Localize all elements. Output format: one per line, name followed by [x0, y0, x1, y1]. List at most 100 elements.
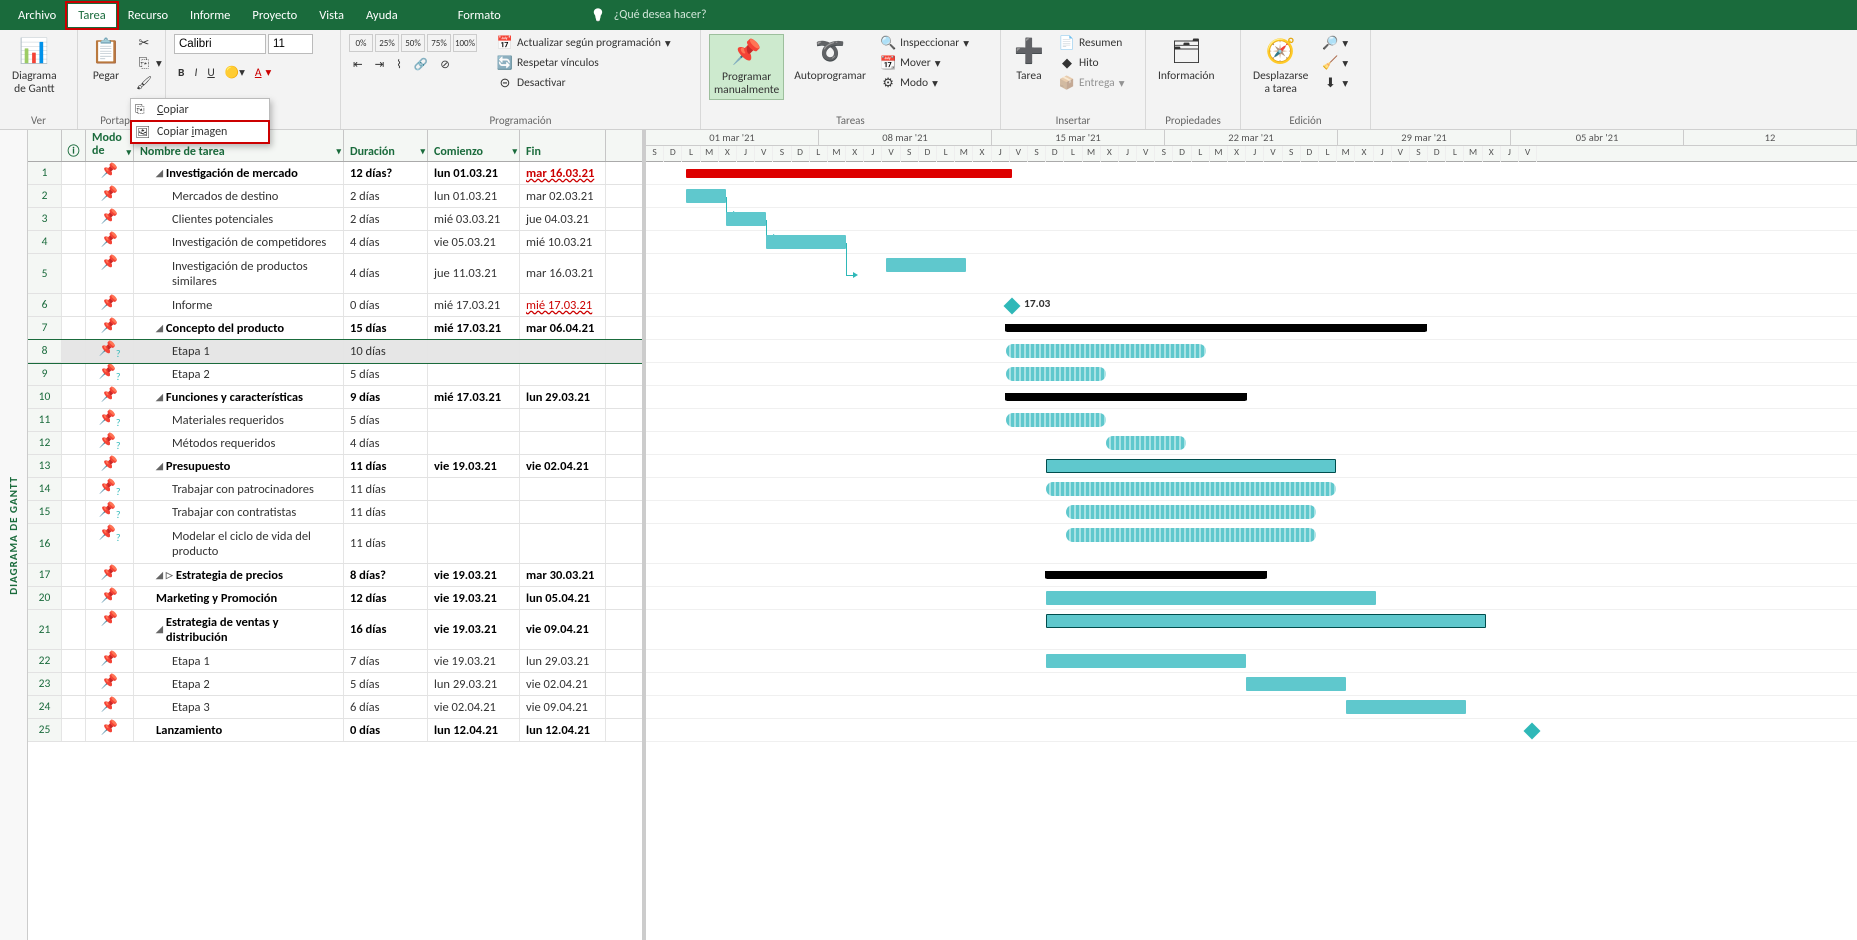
underline-button[interactable]: U — [203, 65, 218, 81]
menu-proyecto[interactable]: Proyecto — [242, 4, 307, 27]
col-info[interactable]: ⓘ — [62, 130, 86, 161]
gantt-row[interactable] — [646, 231, 1857, 254]
duration-cell[interactable]: 9 días — [344, 386, 428, 408]
expand-icon[interactable]: ◢ — [156, 624, 163, 635]
deactivate-button[interactable]: ⊝Desactivar — [493, 74, 675, 92]
duration-cell[interactable]: 0 días — [344, 719, 428, 741]
gantt-bar[interactable] — [1066, 528, 1316, 542]
row-info[interactable] — [62, 386, 86, 408]
row-number[interactable]: 14 — [28, 478, 62, 500]
expand-icon[interactable]: ▷ — [166, 570, 173, 581]
start-cell[interactable]: vie 19.03.21 — [428, 564, 520, 586]
end-cell[interactable]: jue 04.03.21 — [520, 208, 606, 230]
format-painter-button[interactable]: 🖌 — [132, 74, 166, 92]
insert-milestone-button[interactable]: ◆Hito — [1055, 54, 1128, 72]
table-row[interactable]: 7📌◢Concepto del producto15 díasmié 17.03… — [28, 317, 642, 340]
gantt-bar[interactable] — [1006, 393, 1246, 401]
table-row[interactable]: 11📌Materiales requeridos5 días — [28, 409, 642, 432]
start-cell[interactable] — [428, 432, 520, 454]
end-cell[interactable]: vie 02.04.21 — [520, 455, 606, 477]
row-number[interactable]: 20 — [28, 587, 62, 609]
duration-cell[interactable]: 15 días — [344, 317, 428, 339]
duration-cell[interactable]: 2 días — [344, 208, 428, 230]
mode-button[interactable]: ⚙Modo ▾ — [876, 74, 973, 92]
gantt-bar[interactable] — [886, 258, 966, 272]
expand-icon[interactable]: ◢ — [156, 168, 163, 179]
table-row[interactable]: 25📌Lanzamiento0 díaslun 12.04.21lun 12.0… — [28, 719, 642, 742]
gantt-bar[interactable] — [1046, 614, 1486, 628]
gantt-bar[interactable] — [1006, 413, 1106, 427]
task-name-cell[interactable]: Mercados de destino — [134, 185, 344, 207]
task-name-cell[interactable]: Etapa 3 — [134, 696, 344, 718]
row-info[interactable] — [62, 231, 86, 253]
row-mode[interactable]: 📌 — [86, 231, 134, 253]
gantt-bar[interactable] — [1046, 571, 1266, 579]
table-row[interactable]: 10📌◢Funciones y características9 díasmié… — [28, 386, 642, 409]
copy-menu-copy[interactable]: ⎘ Copiar — [131, 99, 269, 121]
table-row[interactable]: 16📌Modelar el ciclo de vida del producto… — [28, 524, 642, 564]
copy-button[interactable]: ⎘▾ — [132, 54, 166, 72]
respect-links-button[interactable]: 🔄Respetar vínculos — [493, 54, 675, 72]
gantt-row[interactable]: 17.03 — [646, 294, 1857, 317]
duration-cell[interactable]: 8 días? — [344, 564, 428, 586]
gantt-row[interactable] — [646, 587, 1857, 610]
task-name-cell[interactable]: Métodos requeridos — [134, 432, 344, 454]
row-mode[interactable]: 📌 — [86, 455, 134, 477]
gantt-bar[interactable] — [766, 235, 846, 249]
row-number[interactable]: 1 — [28, 162, 62, 184]
gantt-bar[interactable] — [1046, 459, 1336, 473]
end-cell[interactable]: vie 02.04.21 — [520, 673, 606, 695]
menu-formato[interactable]: Formato — [448, 4, 511, 27]
gantt-row[interactable] — [646, 696, 1857, 719]
row-mode[interactable]: 📌 — [86, 386, 134, 408]
table-row[interactable]: 1📌◢Investigación de mercado12 días?lun 0… — [28, 162, 642, 185]
row-mode[interactable]: 📌 — [86, 719, 134, 741]
row-mode[interactable]: 📌 — [86, 610, 134, 649]
table-row[interactable]: 8📌Etapa 110 días — [28, 340, 642, 363]
table-row[interactable]: 6📌Informe0 díasmié 17.03.21mié 17.03.21 — [28, 294, 642, 317]
row-info[interactable] — [62, 208, 86, 230]
row-number[interactable]: 24 — [28, 696, 62, 718]
paste-button[interactable]: 📋 Pegar — [86, 34, 126, 85]
col-start[interactable]: Comienzo▾ — [428, 130, 520, 161]
gantt-row[interactable] — [646, 719, 1857, 742]
start-cell[interactable] — [428, 409, 520, 431]
gantt-view-button[interactable]: 📊 Diagrama de Gantt — [8, 34, 61, 98]
gantt-row[interactable] — [646, 564, 1857, 587]
menu-tarea[interactable]: Tarea — [68, 4, 116, 27]
row-number[interactable]: 9 — [28, 363, 62, 385]
gantt-bar[interactable] — [1046, 654, 1246, 668]
end-cell[interactable]: vie 09.04.21 — [520, 610, 606, 649]
task-name-cell[interactable]: ◢Investigación de mercado — [134, 162, 344, 184]
task-name-cell[interactable]: Investigación de productos similares — [134, 254, 344, 293]
milestone-icon[interactable] — [1004, 298, 1021, 315]
gantt-row[interactable] — [646, 254, 1857, 294]
end-cell[interactable]: mié 10.03.21 — [520, 231, 606, 253]
task-name-cell[interactable]: ◢Presupuesto — [134, 455, 344, 477]
start-cell[interactable]: lun 29.03.21 — [428, 673, 520, 695]
table-row[interactable]: 21📌◢Estrategia de ventas y distribución1… — [28, 610, 642, 650]
task-name-cell[interactable]: ◢▷Estrategia de precios — [134, 564, 344, 586]
row-number[interactable]: 22 — [28, 650, 62, 672]
row-info[interactable] — [62, 294, 86, 316]
gantt-row[interactable] — [646, 185, 1857, 208]
duration-cell[interactable]: 4 días — [344, 432, 428, 454]
bold-button[interactable]: B — [174, 65, 188, 81]
gantt-row[interactable] — [646, 317, 1857, 340]
row-mode[interactable]: 📌 — [86, 340, 134, 362]
row-mode[interactable]: 📌 — [86, 432, 134, 454]
outdent-button[interactable]: ⇤ — [349, 56, 367, 73]
gantt-row[interactable] — [646, 386, 1857, 409]
start-cell[interactable]: vie 19.03.21 — [428, 650, 520, 672]
row-info[interactable] — [62, 185, 86, 207]
row-number[interactable]: 13 — [28, 455, 62, 477]
view-side-label[interactable]: DIAGRAMA DE GANTT — [0, 130, 28, 940]
row-mode[interactable]: 📌 — [86, 650, 134, 672]
indent-button[interactable]: ⇥ — [371, 56, 389, 73]
gantt-bar[interactable] — [686, 169, 1012, 178]
row-mode[interactable]: 📌 — [86, 254, 134, 293]
table-row[interactable]: 5📌Investigación de productos similares4 … — [28, 254, 642, 294]
row-mode[interactable]: 📌 — [86, 409, 134, 431]
schedule-auto-button[interactable]: ➰ Autoprogramar — [790, 34, 870, 85]
gantt-bar[interactable] — [1046, 591, 1376, 605]
